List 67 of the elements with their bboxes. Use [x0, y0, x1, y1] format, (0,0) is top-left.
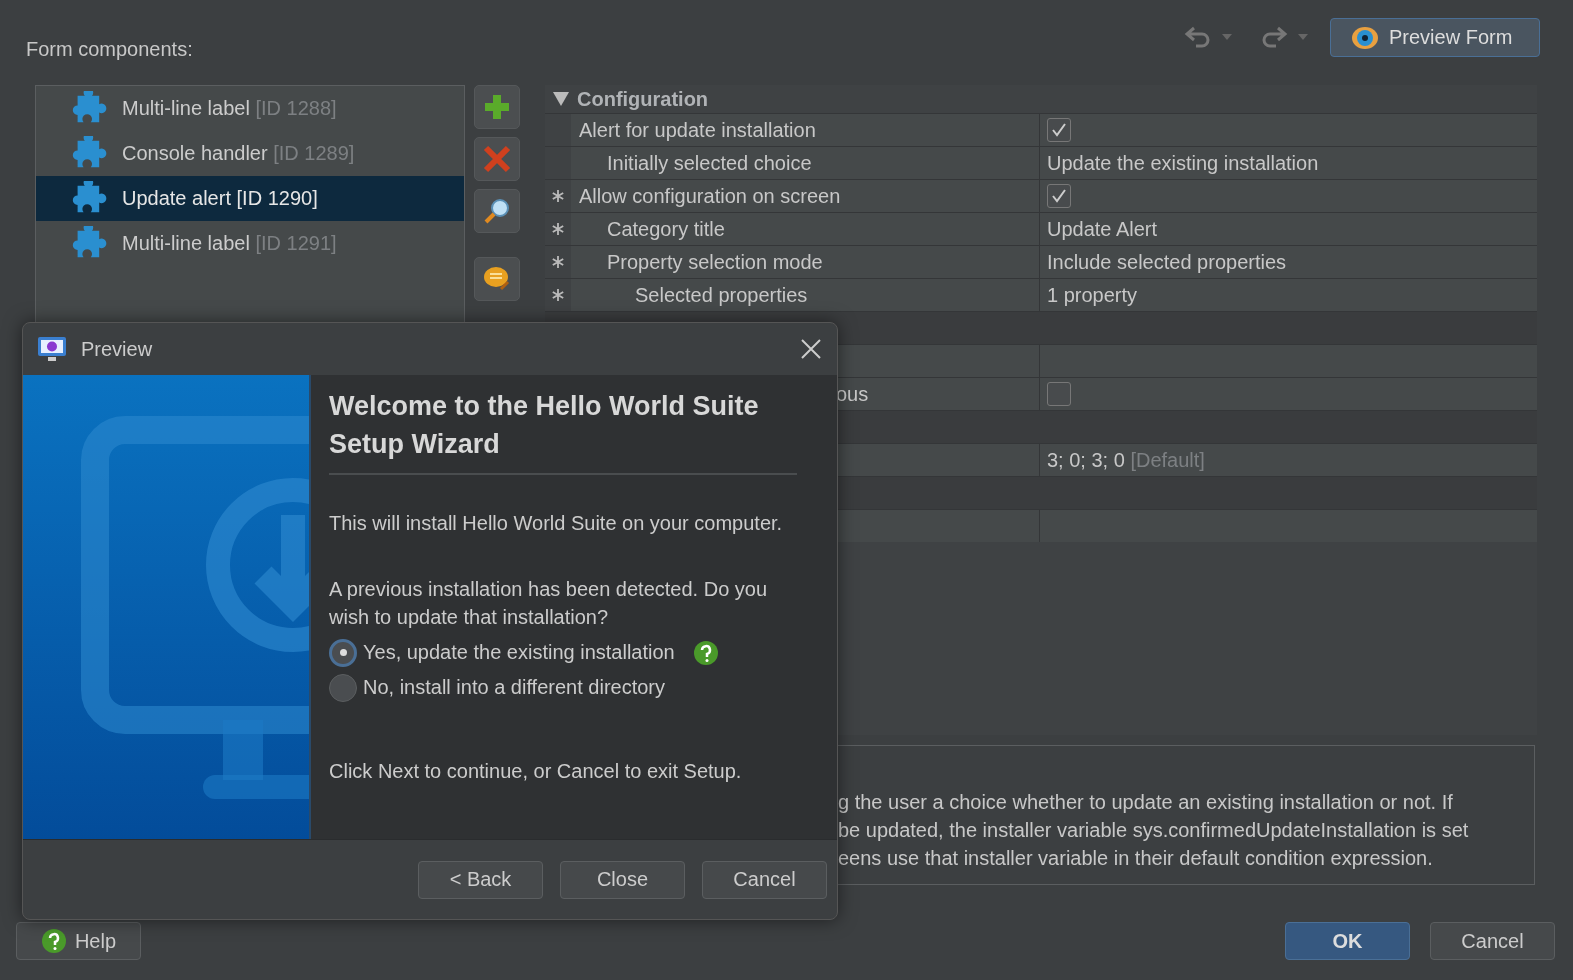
- cancel-button[interactable]: Cancel: [1430, 922, 1555, 960]
- help-icon: [40, 928, 67, 954]
- group-title: Configuration: [577, 87, 709, 111]
- property-value: Include selected properties: [1047, 250, 1287, 274]
- description-text: g the user a choice whether to update an existing installation or not. If: [838, 790, 1454, 814]
- property-label: Initially selected choice: [607, 151, 812, 175]
- window-title: Preview: [81, 337, 153, 361]
- asterisk-icon: [551, 189, 565, 203]
- asterisk-icon: [551, 255, 565, 269]
- property-label: Property selection mode: [607, 250, 823, 274]
- property-value: Update Alert: [1047, 217, 1158, 241]
- help-icon[interactable]: [692, 639, 719, 666]
- property-value: Update the existing installation: [1047, 151, 1319, 175]
- preview-form-button[interactable]: Preview Form: [1330, 18, 1540, 57]
- ok-button[interactable]: OK: [1285, 922, 1410, 960]
- property-row[interactable]: Property selection mode Include selected properties: [545, 245, 1537, 278]
- asterisk-icon: [551, 288, 565, 302]
- property-row[interactable]: Alert for update installation: [545, 113, 1537, 146]
- property-label: Allow configuration on screen: [579, 184, 841, 208]
- footer-text: Click Next to continue, or Cancel to exit Setup.: [329, 759, 743, 784]
- speech-bubble-icon: [483, 265, 511, 293]
- add-button[interactable]: [474, 85, 520, 129]
- component-item[interactable]: Multi-line label [ID 1291]: [36, 221, 464, 266]
- close-icon[interactable]: [799, 337, 823, 361]
- component-item[interactable]: Update alert [ID 1290]: [36, 176, 464, 221]
- intro-text: This will install Hello World Suite on your computer.: [329, 511, 784, 536]
- asterisk-icon: [551, 222, 565, 236]
- comment-button[interactable]: [474, 257, 520, 301]
- wizard-button[interactable]: Close: [560, 860, 685, 899]
- property-value: 3; 0; 3; 0 [Default]: [1047, 448, 1205, 472]
- radio-button[interactable]: [329, 638, 357, 667]
- property-label: Selected properties: [635, 283, 808, 307]
- plus-icon: [483, 93, 511, 121]
- checkbox[interactable]: [1047, 184, 1071, 208]
- delete-button[interactable]: [474, 137, 520, 181]
- checkmark-icon: [1051, 188, 1067, 204]
- monitor-icon: [37, 336, 67, 362]
- radio-button[interactable]: [329, 673, 357, 702]
- expand-arrow-icon[interactable]: [553, 92, 569, 106]
- help-button[interactable]: Help: [16, 922, 141, 960]
- question-text: A previous installation has been detected. Do you wish to update that installation?: [329, 577, 769, 630]
- component-item[interactable]: Console handler [ID 1289]: [36, 131, 464, 176]
- property-value: 1 property: [1047, 283, 1138, 307]
- checkmark-icon: [1051, 122, 1067, 138]
- cross-icon: [483, 145, 511, 173]
- search-icon: [483, 197, 511, 225]
- description-text: be updated, the installer variable sys.confirmedUpdateInstallation is set: [838, 818, 1470, 842]
- property-row[interactable]: Category title Update Alert: [545, 212, 1537, 245]
- wizard-heading: Welcome to the Hello World Suite Setup Wizard: [329, 387, 797, 475]
- dropdown-caret-icon[interactable]: [1298, 34, 1308, 40]
- wizard-button[interactable]: Cancel: [702, 860, 827, 899]
- dropdown-caret-icon[interactable]: [1222, 34, 1232, 40]
- radio-option[interactable]: No, install into a different directory: [329, 670, 665, 705]
- radio-option[interactable]: Yes, update the existing installation: [329, 635, 719, 670]
- description-text: eens use that installer variable in their default condition expression.: [838, 846, 1434, 870]
- eye-icon: [1351, 25, 1379, 50]
- property-row[interactable]: Allow configuration on screen: [545, 179, 1537, 212]
- search-button[interactable]: [474, 189, 520, 233]
- property-row[interactable]: Initially selected choice Update the existing installation: [545, 146, 1537, 179]
- component-item[interactable]: Multi-line label [ID 1288]: [36, 86, 464, 131]
- checkbox[interactable]: [1047, 382, 1071, 406]
- wizard-button[interactable]: < Back: [418, 860, 543, 899]
- property-label: Category title: [607, 217, 725, 241]
- checkbox[interactable]: [1047, 118, 1071, 142]
- property-label: Alert for update installation: [579, 118, 816, 142]
- section-label: Form components:: [26, 38, 193, 61]
- property-row[interactable]: Selected properties 1 property: [545, 278, 1537, 311]
